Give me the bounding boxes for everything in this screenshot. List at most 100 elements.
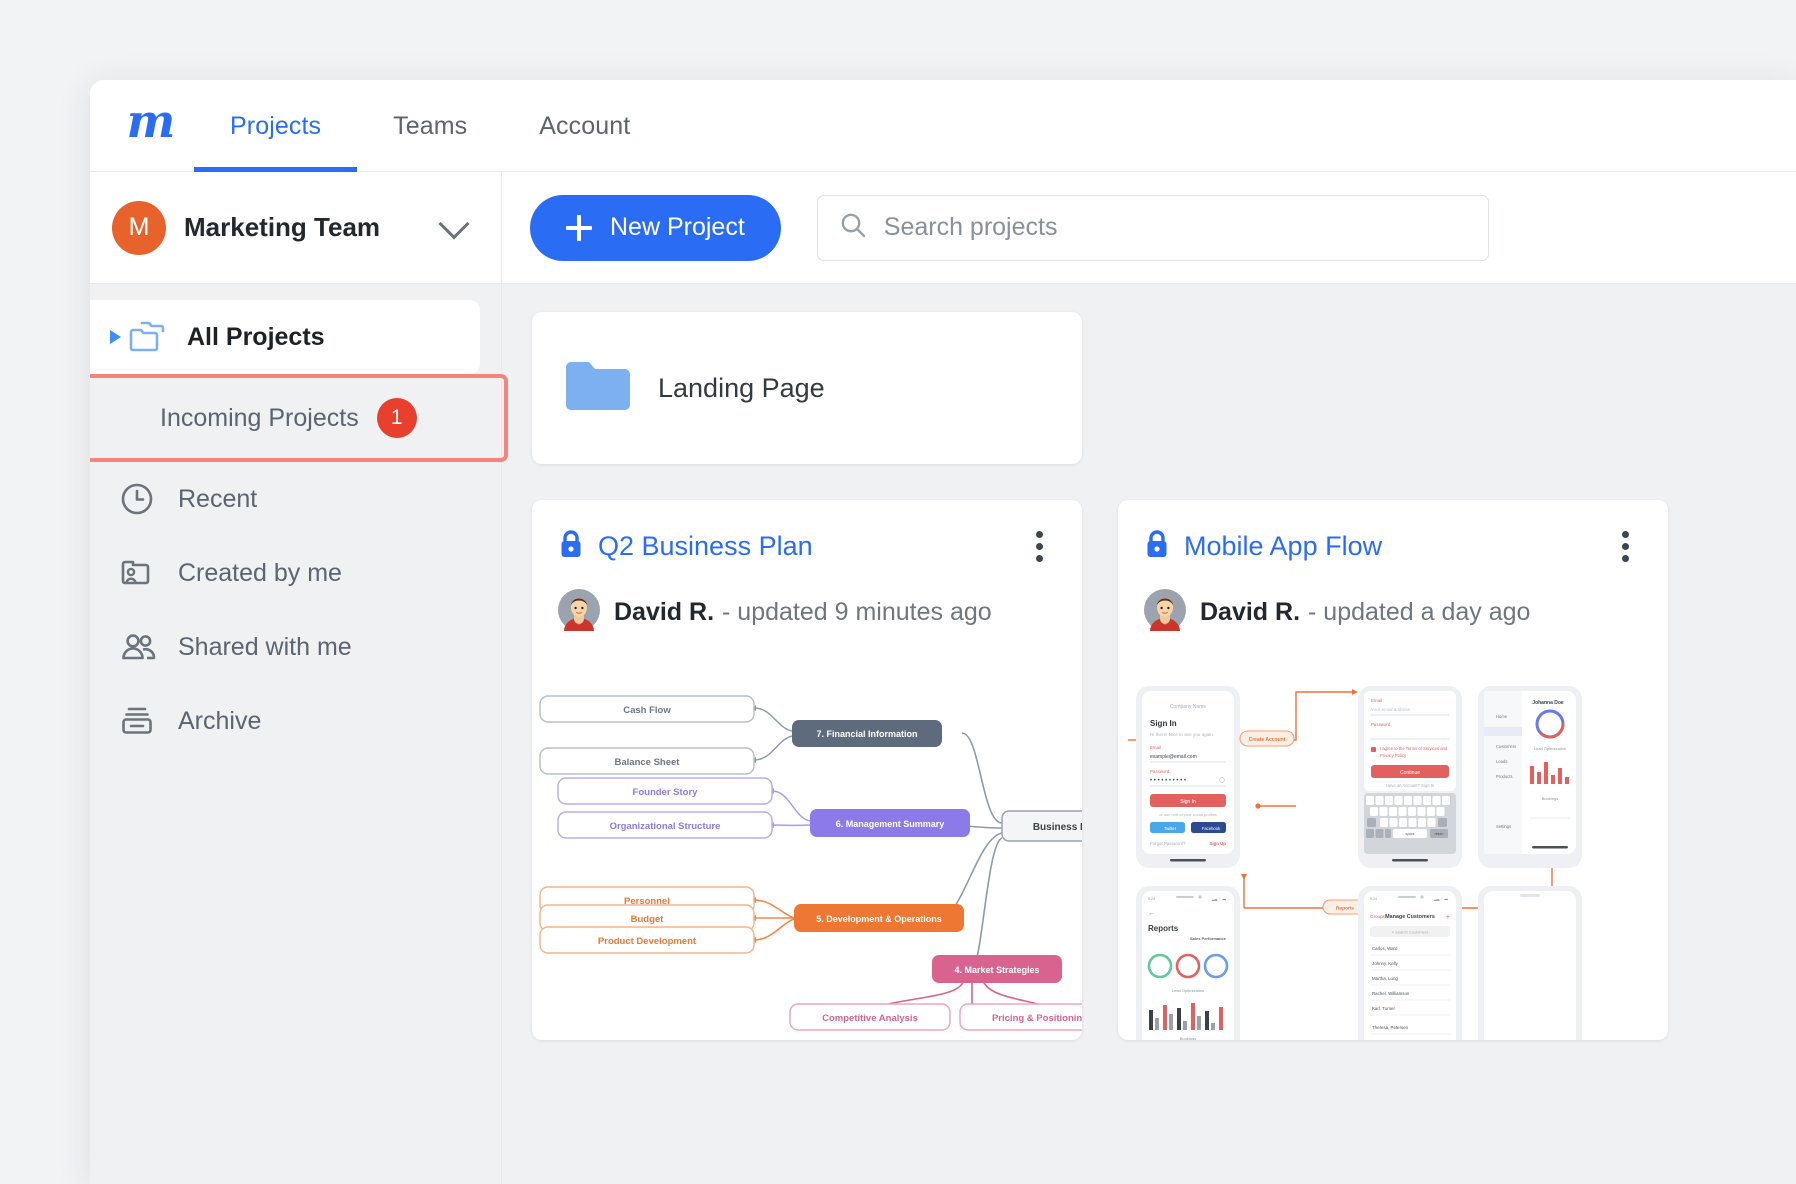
- card-header: Q2 Business Plan: [558, 528, 1056, 565]
- sidebar-item-archive[interactable]: Archive: [90, 684, 501, 758]
- sidebar-item-label: Shared with me: [178, 633, 352, 662]
- sidebar-item-shared-with-me[interactable]: Shared with me: [90, 610, 501, 684]
- kebab-menu-icon[interactable]: [1022, 530, 1056, 564]
- svg-text:example@email.com: example@email.com: [1150, 754, 1197, 760]
- folder-icon: [564, 358, 632, 419]
- svg-text:Continue: Continue: [1400, 770, 1420, 776]
- svg-text:Johnny, Kelly: Johnny, Kelly: [1372, 961, 1399, 966]
- projects-toolbar: New Project: [502, 172, 1796, 284]
- people-icon: [118, 630, 164, 664]
- folder-user-icon: [118, 555, 164, 591]
- svg-text:Pricing & Positioning: Pricing & Positioning: [992, 1013, 1082, 1024]
- svg-text:Johanna Doe: Johanna Doe: [1532, 700, 1564, 706]
- svg-text:space: space: [1405, 832, 1414, 836]
- svg-text:+: +: [1446, 914, 1450, 921]
- kebab-menu-icon[interactable]: [1608, 530, 1642, 564]
- folder-card-landing-page[interactable]: Landing Page: [532, 312, 1082, 464]
- project-card-mobile-app-flow[interactable]: Mobile App Flow: [1118, 500, 1668, 1040]
- team-selector[interactable]: M Marketing Team: [90, 172, 501, 284]
- sidebar-item-label: All Projects: [187, 323, 325, 352]
- svg-text:Manage Customers: Manage Customers: [1385, 914, 1435, 920]
- svg-text:Theresa, Petersen: Theresa, Petersen: [1372, 1025, 1409, 1030]
- svg-text:Password: Password: [1150, 769, 1170, 774]
- svg-text:Product Development: Product Development: [598, 936, 697, 947]
- lock-icon: [558, 528, 584, 565]
- svg-text:Sign In: Sign In: [1150, 719, 1177, 728]
- main-content: New Project: [502, 172, 1796, 1184]
- brand-logo-icon[interactable]: m: [112, 80, 190, 172]
- team-name-label: Marketing Team: [184, 212, 443, 243]
- search-box[interactable]: [817, 195, 1489, 261]
- sidebar-item-recent[interactable]: Recent: [90, 462, 501, 536]
- tab-teams[interactable]: Teams: [357, 80, 503, 172]
- sidebar-item-created-by-me[interactable]: Created by me: [90, 536, 501, 610]
- app-window: m Projects Teams Account M Marketing Tea…: [90, 80, 1796, 1184]
- avatar: [558, 589, 600, 636]
- svg-text:Forgot Password?: Forgot Password?: [1150, 841, 1186, 846]
- plus-icon: [566, 215, 592, 241]
- svg-text:Karl, Turner: Karl, Turner: [1372, 1006, 1395, 1011]
- screenshot-root: m Projects Teams Account M Marketing Tea…: [0, 0, 1796, 1184]
- svg-text:⌕ Search Customers: ⌕ Search Customers: [1392, 930, 1428, 935]
- project-title[interactable]: Mobile App Flow: [1184, 531, 1608, 562]
- project-thumbnail-wireframe-flow: Company Name Sign In Hi there! Nice to s…: [1118, 678, 1668, 1040]
- svg-text:Sign In: Sign In: [1180, 799, 1196, 805]
- svg-text:Products: Products: [1496, 774, 1513, 779]
- sidebar-item-all-projects[interactable]: All Projects: [90, 300, 480, 374]
- svg-text:7. Financial Information: 7. Financial Information: [816, 729, 917, 739]
- sidebar-item-label: Created by me: [178, 559, 342, 588]
- svg-text:Cash Flow: Cash Flow: [623, 705, 671, 716]
- chevron-down-icon[interactable]: [438, 208, 469, 239]
- card-header: Mobile App Flow: [1144, 528, 1642, 565]
- svg-text:Company Name: Company Name: [1170, 704, 1206, 710]
- lock-icon: [1144, 528, 1170, 565]
- svg-text:Your email address: Your email address: [1371, 707, 1411, 712]
- svg-text:Carlos, Ward: Carlos, Ward: [1372, 946, 1398, 951]
- svg-text:Bookings: Bookings: [1542, 796, 1558, 801]
- clock-icon: [118, 480, 164, 518]
- search-input[interactable]: [884, 213, 1468, 242]
- sidebar-item-incoming-projects[interactable]: Incoming Projects 1: [90, 374, 501, 462]
- svg-text:Privacy Policy: Privacy Policy: [1380, 753, 1407, 758]
- new-project-button[interactable]: New Project: [530, 195, 781, 261]
- sidebar-item-label: Archive: [178, 707, 261, 736]
- project-updated: - updated a day ago: [1308, 598, 1530, 627]
- svg-text:9:24: 9:24: [1148, 897, 1155, 901]
- tab-projects[interactable]: Projects: [194, 80, 357, 172]
- svg-text:▂▃ ⌃ ▬: ▂▃ ⌃ ▬: [1211, 897, 1227, 901]
- svg-text:Email: Email: [1371, 698, 1382, 703]
- svg-text:5. Development & Operations: 5. Development & Operations: [816, 914, 942, 924]
- svg-text:9:24: 9:24: [1370, 897, 1377, 901]
- svg-text:Home: Home: [1496, 714, 1508, 719]
- svg-text:Organizational Structure: Organizational Structure: [610, 821, 721, 832]
- projects-grid-area: Landing Page: [502, 284, 1796, 1184]
- svg-text:Rachel, Williamson: Rachel, Williamson: [1372, 991, 1410, 996]
- svg-text:Facebook: Facebook: [1202, 826, 1221, 831]
- svg-text:Create Account: Create Account: [1249, 737, 1286, 743]
- disclosure-triangle-icon[interactable]: [110, 330, 121, 344]
- body-split: M Marketing Team All P: [90, 172, 1796, 1184]
- project-author: David R.: [614, 598, 714, 627]
- folder-label: Landing Page: [658, 373, 825, 404]
- project-meta: David R. - updated 9 minutes ago: [558, 589, 1056, 636]
- project-card-grid: Q2 Business Plan: [532, 500, 1766, 1040]
- svg-text:←: ←: [1148, 910, 1155, 917]
- svg-text:• • • • • • • • • •: • • • • • • • • • •: [1150, 778, 1186, 784]
- tab-account[interactable]: Account: [503, 80, 666, 172]
- sidebar-item-label: Recent: [178, 485, 257, 514]
- svg-text:6. Management Summary: 6. Management Summary: [836, 819, 945, 829]
- incoming-projects-badge: 1: [377, 398, 417, 438]
- svg-text:Sales Performance: Sales Performance: [1190, 936, 1227, 941]
- svg-text:Reports: Reports: [1148, 924, 1179, 933]
- svg-text:Reports: Reports: [1336, 906, 1354, 912]
- svg-text:Groups: Groups: [1370, 914, 1386, 919]
- svg-text:Business Plan: Business Plan: [1033, 822, 1082, 833]
- project-title[interactable]: Q2 Business Plan: [598, 531, 1022, 562]
- svg-text:or use one of your social prof: or use one of your social profiles: [1159, 812, 1217, 817]
- project-card-q2-business-plan[interactable]: Q2 Business Plan: [532, 500, 1082, 1040]
- project-thumbnail-mindmap: Cash Flow Balance Sheet 7. Financial Inf…: [532, 678, 1082, 1040]
- svg-text:Password: Password: [1371, 722, 1391, 727]
- project-meta: David R. - updated a day ago: [1144, 589, 1642, 636]
- folders-icon: [127, 320, 173, 354]
- sidebar: M Marketing Team All P: [90, 172, 502, 1184]
